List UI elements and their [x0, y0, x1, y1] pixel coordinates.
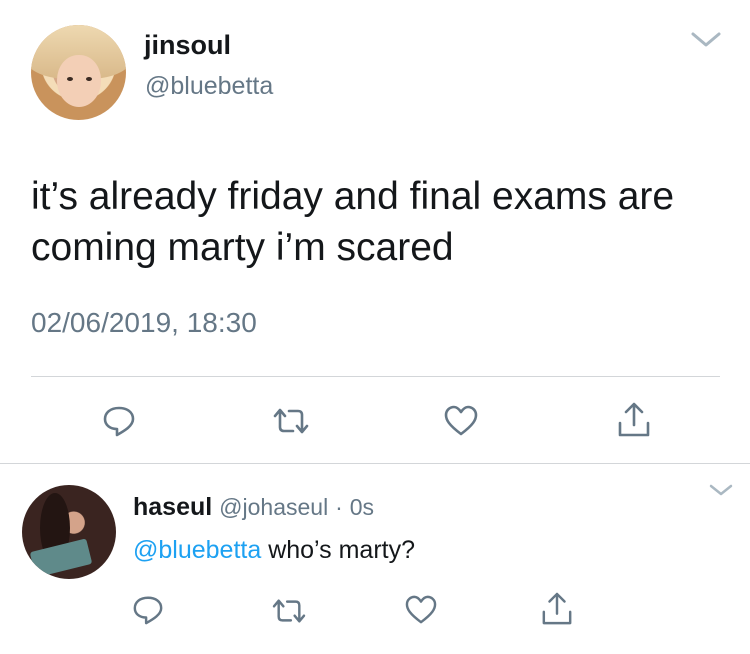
timestamp[interactable]: 02/06/2019, 18:30 [31, 307, 257, 339]
like-icon[interactable] [404, 595, 438, 625]
share-icon[interactable] [617, 401, 651, 439]
like-icon[interactable] [443, 405, 479, 437]
separator: · [335, 494, 343, 520]
reply-time[interactable]: 0s [350, 494, 374, 520]
divider [31, 376, 720, 377]
reply-body: who’s marty? [261, 536, 416, 564]
avatar[interactable] [22, 485, 116, 579]
reply-icon[interactable] [132, 594, 164, 626]
share-icon[interactable] [541, 591, 573, 627]
display-name[interactable]: haseul [133, 493, 212, 521]
tweet-text: it’s already friday and final exams are … [31, 175, 675, 269]
reply-text: @bluebetta who’s marty? [133, 536, 415, 565]
display-name[interactable]: jinsoul [144, 30, 231, 61]
mention-link[interactable]: @bluebetta [133, 536, 261, 564]
user-handle[interactable]: @johaseul [219, 494, 328, 520]
retweet-icon[interactable] [270, 596, 308, 626]
reply-header: haseul @johaseul · 0s [133, 493, 374, 522]
divider [0, 463, 750, 464]
chevron-down-icon[interactable] [708, 482, 734, 498]
user-handle[interactable]: @bluebetta [145, 72, 273, 101]
reply-icon[interactable] [102, 404, 136, 438]
avatar[interactable] [31, 25, 126, 120]
chevron-down-icon[interactable] [690, 30, 722, 50]
retweet-icon[interactable] [271, 405, 311, 437]
